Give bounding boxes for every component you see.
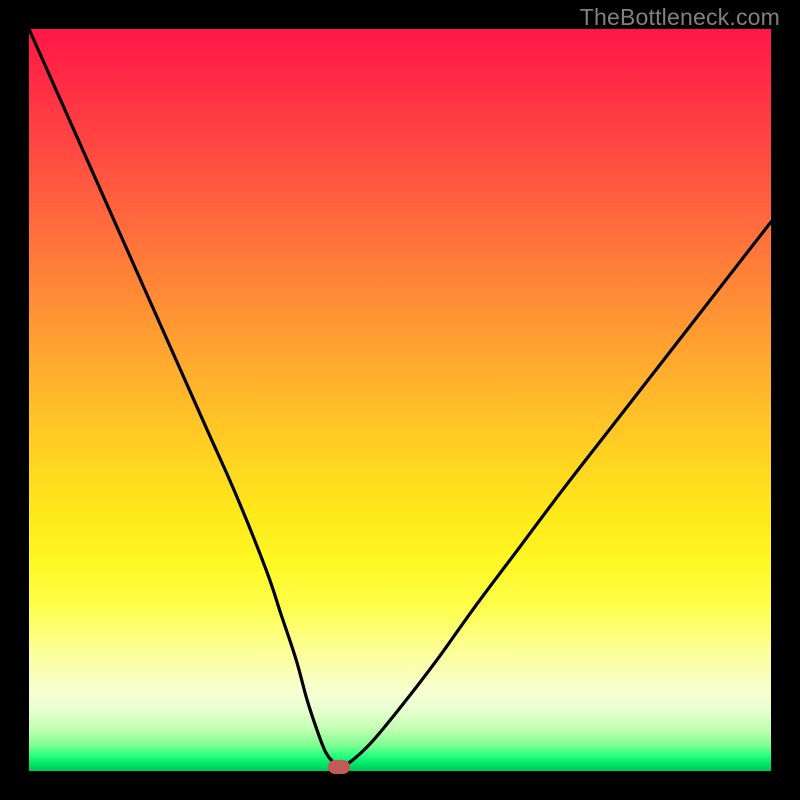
chart-frame: TheBottleneck.com — [0, 0, 800, 800]
plot-area — [29, 29, 771, 771]
watermark-text: TheBottleneck.com — [580, 4, 780, 31]
bottleneck-curve — [29, 29, 771, 771]
optimal-point-marker — [328, 760, 350, 774]
